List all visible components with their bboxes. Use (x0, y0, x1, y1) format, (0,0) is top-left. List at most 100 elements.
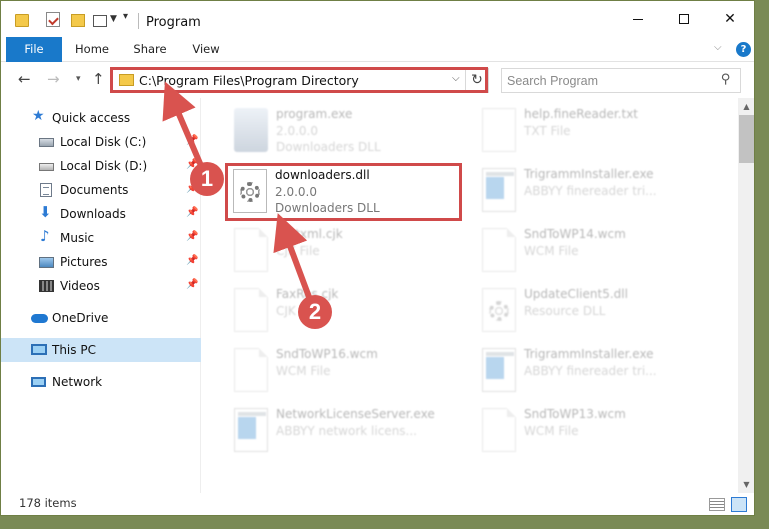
sidebar-item-network[interactable]: Network (1, 370, 201, 394)
navigation-bar: ← → ▾ ↑ C:\Program Files\Program Directo… (1, 62, 754, 98)
maximize-button[interactable] (661, 1, 707, 37)
app-icon (482, 168, 516, 212)
exe-icon (234, 108, 268, 152)
new-folder-icon[interactable] (71, 14, 85, 27)
app-icon (482, 348, 516, 392)
recent-locations-icon[interactable]: ▾ (76, 74, 81, 84)
pin-icon[interactable]: 📌 (186, 279, 198, 290)
blank-file-icon (482, 408, 516, 452)
blank-file-icon (234, 348, 268, 392)
sidebar-item-onedrive[interactable]: OneDrive (1, 306, 201, 330)
sidebar-item-label: Quick access (52, 111, 131, 125)
sidebar-item-label: Documents (60, 183, 129, 197)
status-bar: 178 items (1, 493, 754, 515)
network-icon (31, 377, 46, 387)
sidebar-item-local-disk-c[interactable]: Local Disk (C:) 📌 (1, 130, 201, 154)
scroll-thumb[interactable] (739, 115, 754, 163)
sidebar-item-label: OneDrive (52, 311, 109, 325)
file-name: SndToWP16.wcm (276, 347, 378, 361)
expand-ribbon-icon[interactable]: ⌵ (714, 42, 726, 53)
file-type: WCM File (276, 364, 331, 378)
step-1-badge: 1 (190, 162, 224, 196)
blank-file-icon (482, 228, 516, 272)
pictures-icon (39, 257, 54, 268)
details-view-icon[interactable] (709, 498, 725, 511)
file-name: TrigrammInstaller.exe (524, 347, 654, 361)
videos-icon (39, 280, 54, 292)
customize-toolbar-icon[interactable]: ▾ (123, 11, 132, 27)
pin-icon[interactable]: 📌 (186, 231, 198, 242)
tab-view[interactable]: View (185, 37, 227, 62)
search-input[interactable] (507, 72, 707, 89)
file-item[interactable]: TrigrammInstaller.exe ABBYY finereader t… (478, 166, 698, 222)
file-item[interactable]: SndToWP13.wcm WCM File (478, 406, 698, 462)
file-item[interactable]: NetworkLicenseServer.exe ABBYY network l… (230, 406, 450, 462)
chevron-down-icon[interactable]: ▼ (110, 14, 117, 30)
minimize-button[interactable] (615, 1, 661, 37)
file-item[interactable]: SndToWP16.wcm WCM File (230, 346, 450, 402)
app-icon (234, 408, 268, 452)
sidebar-item-pictures[interactable]: Pictures 📌 (1, 250, 201, 274)
sidebar-item-music[interactable]: ♪ Music 📌 (1, 226, 201, 250)
file-description: ABBYY finereader tri... (524, 184, 657, 198)
refresh-icon[interactable]: ↻ (465, 69, 488, 92)
file-item[interactable]: fontxml.cjk CJK File (230, 226, 450, 282)
scroll-down-icon[interactable]: ▼ (738, 476, 754, 493)
music-icon: ♪ (40, 227, 50, 245)
forward-arrow-icon[interactable]: → (47, 70, 60, 88)
up-arrow-icon[interactable]: ↑ (92, 70, 105, 88)
star-icon: ★ (32, 108, 45, 124)
tab-share[interactable]: Share (128, 37, 172, 62)
sidebar-item-this-pc[interactable]: This PC (1, 338, 201, 362)
sidebar-item-label: Local Disk (D:) (60, 159, 148, 173)
text-file-icon (482, 108, 516, 152)
file-name: fontxml.cjk (276, 227, 343, 241)
file-item[interactable]: TrigrammInstaller.exe ABBYY finereader t… (478, 346, 698, 402)
blank-file-icon (234, 228, 268, 272)
file-item-downloaders-dll[interactable]: downloaders.dll 2.0.0.0 Downloaders DLL (229, 167, 449, 223)
chevron-down-icon[interactable]: ⌵ (452, 73, 460, 84)
sidebar-item-videos[interactable]: Videos 📌 (1, 274, 201, 298)
window-title: Program (146, 15, 201, 30)
item-count: 178 items (19, 496, 77, 510)
file-name: downloaders.dll (275, 168, 370, 182)
tab-file[interactable]: File (6, 37, 62, 62)
help-icon[interactable]: ? (736, 42, 751, 57)
dll-gear-icon (233, 169, 267, 213)
sidebar-item-downloads[interactable]: ⬇ Downloads 📌 (1, 202, 201, 226)
file-type: CJK File (276, 244, 320, 258)
file-item[interactable]: FaxRes.cjk CJK File (230, 286, 450, 342)
minimize-icon (633, 18, 643, 20)
address-path[interactable]: C:\Program Files\Program Directory (139, 73, 359, 88)
search-icon[interactable]: ⚲ (721, 72, 731, 87)
file-list: program.exe 2.0.0.0 Downloaders DLL down… (202, 98, 738, 493)
file-description: ABBYY finereader tri... (524, 364, 657, 378)
pin-icon[interactable]: 📌 (186, 207, 198, 218)
file-item[interactable]: help.fineReader.txt TXT File (478, 106, 698, 162)
vertical-scrollbar[interactable]: ▲ ▼ (738, 98, 754, 493)
file-name: program.exe (276, 107, 353, 121)
tab-home[interactable]: Home (71, 37, 113, 62)
close-button[interactable]: ✕ (707, 1, 753, 37)
sidebar-item-documents[interactable]: Documents 📌 (1, 178, 201, 202)
sidebar-item-local-disk-d[interactable]: Local Disk (D:) 📌 (1, 154, 201, 178)
step-2-badge: 2 (298, 295, 332, 329)
file-item[interactable]: program.exe 2.0.0.0 Downloaders DLL (230, 106, 450, 162)
file-item[interactable]: UpdateClient5.dll Resource DLL (478, 286, 698, 342)
dll-gear-icon (482, 288, 516, 332)
file-item[interactable]: SndToWP14.wcm WCM File (478, 226, 698, 282)
pin-icon[interactable]: 📌 (186, 255, 198, 266)
navigation-pane: ★ Quick access Local Disk (C:) 📌 Local D… (1, 98, 201, 493)
search-box[interactable]: ⚲ (501, 68, 741, 93)
blank-file-icon (234, 288, 268, 332)
properties-icon[interactable] (46, 12, 60, 27)
disk-icon (39, 138, 54, 147)
scroll-up-icon[interactable]: ▲ (738, 98, 754, 115)
address-bar[interactable]: C:\Program Files\Program Directory ⌵ ↻ (111, 68, 489, 93)
folder-icon[interactable] (15, 14, 29, 27)
tiles-view-icon[interactable] (731, 497, 747, 512)
pin-icon[interactable]: 📌 (186, 135, 198, 146)
sidebar-item-quick-access[interactable]: ★ Quick access (1, 106, 201, 130)
view-icon[interactable] (93, 15, 107, 27)
back-arrow-icon[interactable]: ← (18, 70, 31, 88)
